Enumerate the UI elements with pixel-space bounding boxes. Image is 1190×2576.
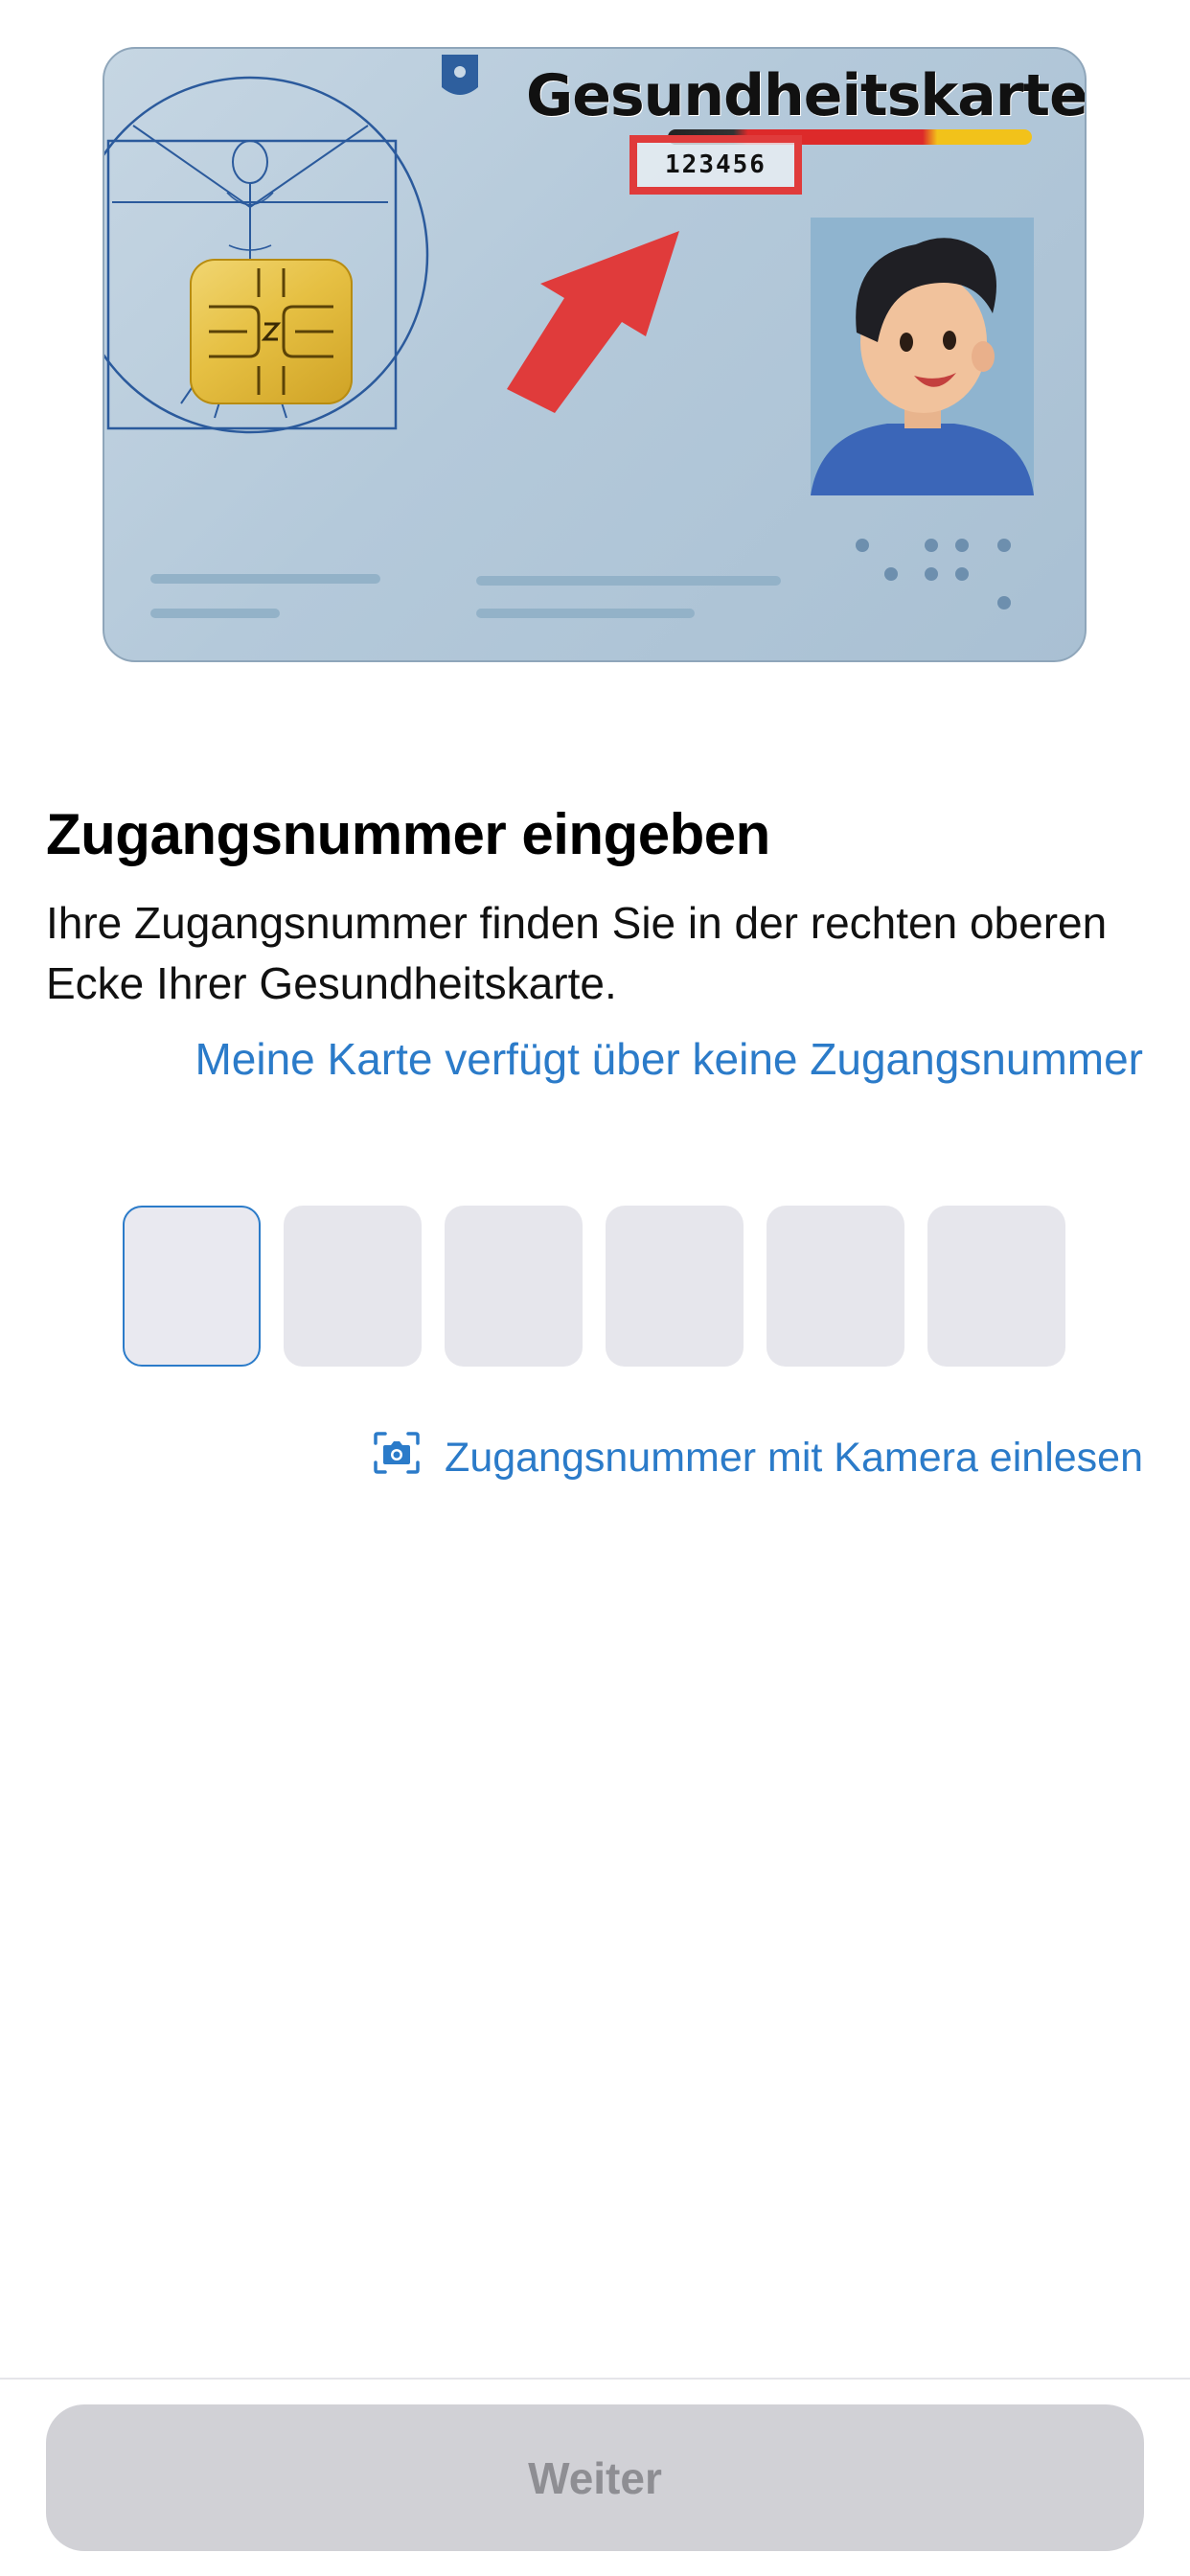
digit-field-4[interactable] — [606, 1206, 744, 1367]
braille-dot — [856, 539, 869, 552]
braille-dot — [955, 567, 969, 581]
digit-field-6[interactable] — [927, 1206, 1065, 1367]
health-card-illustration: Gesundheitskarte 123456 — [103, 47, 1087, 662]
digit-field-3[interactable] — [445, 1206, 583, 1367]
card-text-line — [150, 609, 280, 618]
braille-dot — [925, 539, 938, 552]
shield-logo-icon — [442, 55, 478, 95]
access-number-highlight: 123456 — [629, 135, 802, 195]
footer-divider — [0, 2378, 1190, 2380]
camera-scan-icon — [374, 1432, 420, 1484]
card-text-line — [150, 574, 380, 584]
card-text-line — [476, 609, 695, 618]
braille-dot — [955, 539, 969, 552]
scan-with-camera-link[interactable]: Zugangsnummer mit Kamera einlesen — [374, 1432, 1143, 1484]
instruction-text: Ihre Zugangsnummer finden Sie in der rec… — [46, 898, 1108, 1008]
cardholder-photo — [811, 218, 1034, 495]
digit-field-5[interactable] — [767, 1206, 904, 1367]
chip-icon — [190, 259, 353, 404]
continue-button[interactable]: Weiter — [46, 2404, 1144, 2551]
scan-with-camera-label: Zugangsnummer mit Kamera einlesen — [445, 1435, 1143, 1481]
braille-dot — [925, 567, 938, 581]
digit-field-2[interactable] — [284, 1206, 422, 1367]
card-access-number: 123456 — [665, 150, 767, 179]
access-number-input — [123, 1206, 1065, 1367]
pointer-arrow-icon — [507, 231, 679, 413]
no-access-number-link[interactable]: Meine Karte verfügt über keine Zugangsnu… — [195, 1033, 1143, 1085]
card-title: Gesundheitskarte — [526, 62, 1087, 129]
card-text-line — [476, 576, 781, 586]
page-title: Zugangsnummer eingeben — [46, 802, 770, 866]
braille-dot — [997, 539, 1011, 552]
braille-dot — [884, 567, 898, 581]
digit-field-1[interactable] — [123, 1206, 261, 1367]
braille-dot — [997, 596, 1011, 610]
